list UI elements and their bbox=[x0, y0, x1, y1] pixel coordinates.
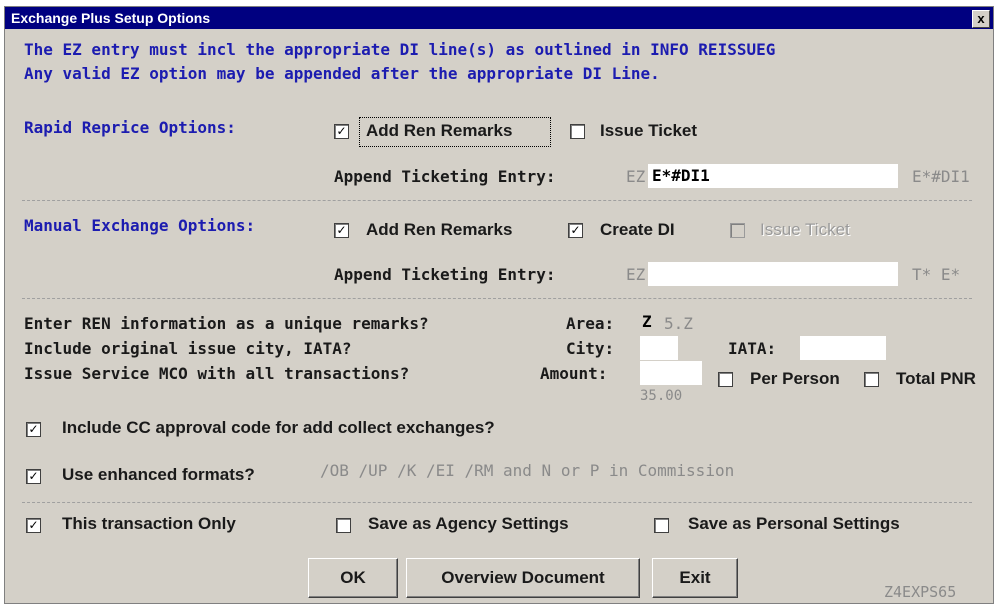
rapid-append-entry-input[interactable]: E*#DI1 bbox=[648, 164, 898, 188]
this-transaction-label[interactable]: This transaction Only bbox=[62, 514, 236, 534]
agency-settings-checkbox[interactable] bbox=[336, 518, 351, 533]
close-button[interactable]: x bbox=[972, 10, 990, 28]
rapid-issue-ticket-label[interactable]: Issue Ticket bbox=[600, 121, 697, 141]
agency-settings-label[interactable]: Save as Agency Settings bbox=[368, 514, 569, 534]
enhanced-formats-checkbox[interactable]: ✓ bbox=[26, 469, 41, 484]
rapid-add-ren-label[interactable]: Add Ren Remarks bbox=[366, 121, 512, 141]
manual-create-di-label[interactable]: Create DI bbox=[600, 220, 675, 240]
area-label: Area: bbox=[566, 314, 615, 333]
per-person-label[interactable]: Per Person bbox=[750, 369, 840, 389]
area-input[interactable]: Z bbox=[640, 311, 666, 333]
total-pnr-label[interactable]: Total PNR bbox=[896, 369, 976, 389]
personal-settings-label[interactable]: Save as Personal Settings bbox=[688, 514, 900, 534]
rapid-reprice-label: Rapid Reprice Options: bbox=[24, 118, 236, 137]
city-input[interactable] bbox=[640, 336, 678, 360]
iata-input[interactable] bbox=[800, 336, 886, 360]
cc-approval-label[interactable]: Include CC approval code for add collect… bbox=[62, 418, 495, 438]
personal-settings-checkbox[interactable] bbox=[654, 518, 669, 533]
manual-append-entry-input[interactable] bbox=[648, 262, 898, 286]
manual-add-ren-label[interactable]: Add Ren Remarks bbox=[366, 220, 512, 240]
form-id: Z4EXPS65 bbox=[884, 583, 957, 601]
manual-append-label: Append Ticketing Entry: bbox=[334, 265, 556, 284]
manual-create-di-checkbox[interactable]: ✓ bbox=[568, 223, 583, 238]
iata-label: IATA: bbox=[728, 339, 777, 358]
cc-approval-checkbox[interactable]: ✓ bbox=[26, 422, 41, 437]
manual-add-ren-checkbox[interactable]: ✓ bbox=[334, 223, 349, 238]
area-hint: 5.Z bbox=[664, 314, 693, 333]
rapid-issue-ticket-checkbox[interactable] bbox=[570, 124, 585, 139]
exit-button[interactable]: Exit bbox=[652, 558, 738, 598]
amount-label: Amount: bbox=[540, 364, 608, 383]
mco-question: Issue Service MCO with all transactions? bbox=[24, 364, 410, 383]
separator bbox=[22, 298, 972, 299]
amount-hint: 35.00 bbox=[640, 388, 683, 404]
rapid-add-ren-checkbox[interactable]: ✓ bbox=[334, 124, 349, 139]
manual-issue-ticket-label: Issue Ticket bbox=[760, 220, 850, 239]
ren-question: Enter REN information as a unique remark… bbox=[24, 314, 429, 333]
amount-input[interactable] bbox=[640, 361, 702, 385]
manual-ez-prefix: EZ bbox=[626, 265, 646, 284]
overview-document-button[interactable]: Overview Document bbox=[406, 558, 640, 598]
info-line-2: Any valid EZ option may be appended afte… bbox=[24, 64, 660, 83]
enhanced-formats-hint: /OB /UP /K /EI /RM and N or P in Commiss… bbox=[320, 461, 735, 480]
enhanced-formats-label[interactable]: Use enhanced formats? bbox=[62, 465, 255, 485]
info-line-1: The EZ entry must incl the appropriate D… bbox=[24, 40, 776, 59]
rapid-append-label: Append Ticketing Entry: bbox=[334, 167, 556, 186]
iata-question: Include original issue city, IATA? bbox=[24, 339, 352, 358]
ok-button[interactable]: OK bbox=[308, 558, 398, 598]
total-pnr-checkbox[interactable] bbox=[864, 372, 879, 387]
title-bar: Exchange Plus Setup Options x bbox=[5, 7, 993, 29]
manual-issue-ticket-checkbox bbox=[730, 223, 745, 238]
manual-exchange-label: Manual Exchange Options: bbox=[24, 216, 256, 235]
city-label: City: bbox=[566, 339, 615, 358]
rapid-append-hint: E*#DI1 bbox=[912, 167, 970, 186]
window-title: Exchange Plus Setup Options bbox=[11, 10, 211, 26]
manual-append-hint: T* E* bbox=[912, 265, 961, 284]
rapid-ez-prefix: EZ bbox=[626, 167, 646, 186]
separator bbox=[22, 502, 972, 503]
this-transaction-checkbox[interactable]: ✓ bbox=[26, 518, 41, 533]
separator bbox=[22, 200, 972, 201]
per-person-checkbox[interactable] bbox=[718, 372, 733, 387]
